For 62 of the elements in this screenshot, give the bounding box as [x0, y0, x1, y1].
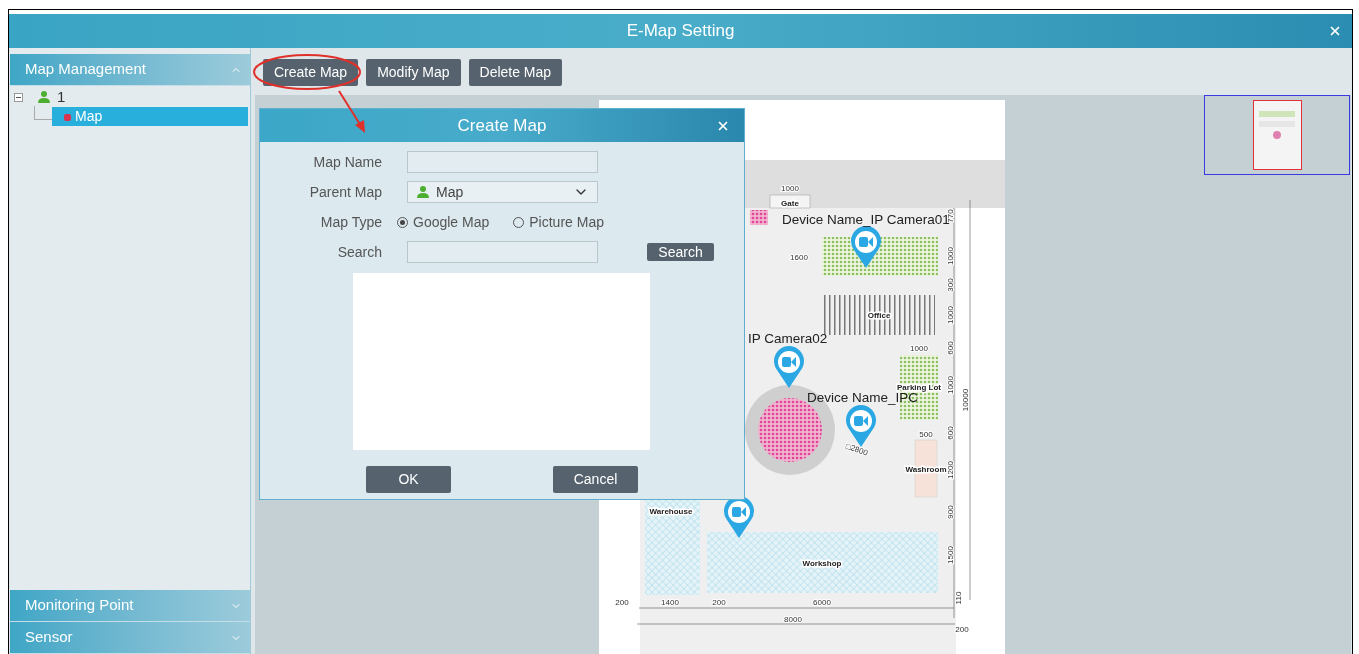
dimension-label: 1000 [946, 247, 955, 265]
dimension-label: 1000 [781, 184, 799, 193]
toolbar-button[interactable]: Modify Map [366, 59, 461, 86]
room-label: Workshop [802, 559, 842, 568]
map-name-field[interactable] [407, 151, 598, 173]
dimension-label: 300 [946, 278, 955, 292]
dimension-label: 1400 [661, 598, 679, 607]
user-pin-icon [416, 185, 430, 199]
dimension-label: 770 [946, 209, 955, 223]
minimap[interactable] [1204, 95, 1350, 175]
dimension-label: 8000 [784, 615, 802, 624]
tree-item[interactable]: 1 [57, 85, 66, 109]
dialog-button[interactable]: OK [366, 466, 451, 493]
search-field[interactable] [407, 241, 598, 263]
dimension-label: 110 [954, 591, 963, 605]
dimension-label: 1000 [946, 306, 955, 324]
section-title: Monitoring Point [25, 595, 134, 616]
dimension-label: 1000 [910, 344, 928, 353]
close-icon[interactable] [1328, 24, 1342, 38]
map-pin-icon [64, 112, 71, 121]
dimension-label: 200 [955, 625, 969, 634]
dimension-label: 1600 [790, 253, 808, 262]
dimension-label: 600 [946, 341, 955, 355]
field-label: Map Type [319, 212, 382, 232]
field-label: Parent Map [308, 182, 382, 202]
section-title: Map Management [25, 59, 146, 80]
dimension-label: 1200 [946, 461, 955, 479]
dimension-label: 200 [712, 598, 726, 607]
dimension-label: 10000 [961, 388, 970, 412]
hatched-area [750, 210, 768, 225]
dimension-label: 1500 [946, 546, 955, 564]
dialog-button[interactable]: Cancel [553, 466, 638, 493]
dialog-title: Create Map [457, 114, 547, 137]
room-label: Gate [781, 199, 799, 208]
dimension-label: 600 [946, 426, 955, 440]
camera-pin-icon[interactable] [724, 496, 754, 538]
window-title: E-Map Setting [626, 20, 735, 43]
collapse-icon[interactable] [14, 92, 23, 102]
dimension-label: 1000 [946, 376, 955, 394]
user-pin-icon [37, 90, 51, 104]
radio-option[interactable]: Picture Map [513, 211, 604, 233]
minimap-viewport [1252, 100, 1302, 170]
dimension-label: □2800 [844, 441, 870, 458]
field-label: Map Name [312, 152, 382, 172]
camera-pin-icon[interactable] [851, 226, 881, 268]
toolbar-button[interactable]: Create Map [263, 59, 359, 86]
room-label: Washroom [905, 465, 947, 474]
camera-pin-icon[interactable] [774, 346, 804, 388]
camera-label: IP Camera02 [748, 331, 828, 346]
room-label: Parking Lot [897, 383, 941, 392]
toolbar-button[interactable]: Delete Map [468, 59, 563, 86]
dimension-label: 900 [946, 505, 955, 519]
dimension-label: 200 [615, 598, 629, 607]
dimension-label: 500 [919, 430, 933, 439]
dimension-label: 6000 [813, 598, 831, 607]
camera-label: Device Name_IPC [807, 390, 919, 405]
radio-option[interactable]: Google Map [397, 211, 490, 233]
section-title: Sensor [25, 627, 73, 648]
parent-map-select[interactable]: Map [407, 181, 598, 203]
field-label: Search [336, 242, 382, 262]
room-label: Warehouse [649, 507, 693, 516]
search-button[interactable]: Search [647, 243, 714, 261]
